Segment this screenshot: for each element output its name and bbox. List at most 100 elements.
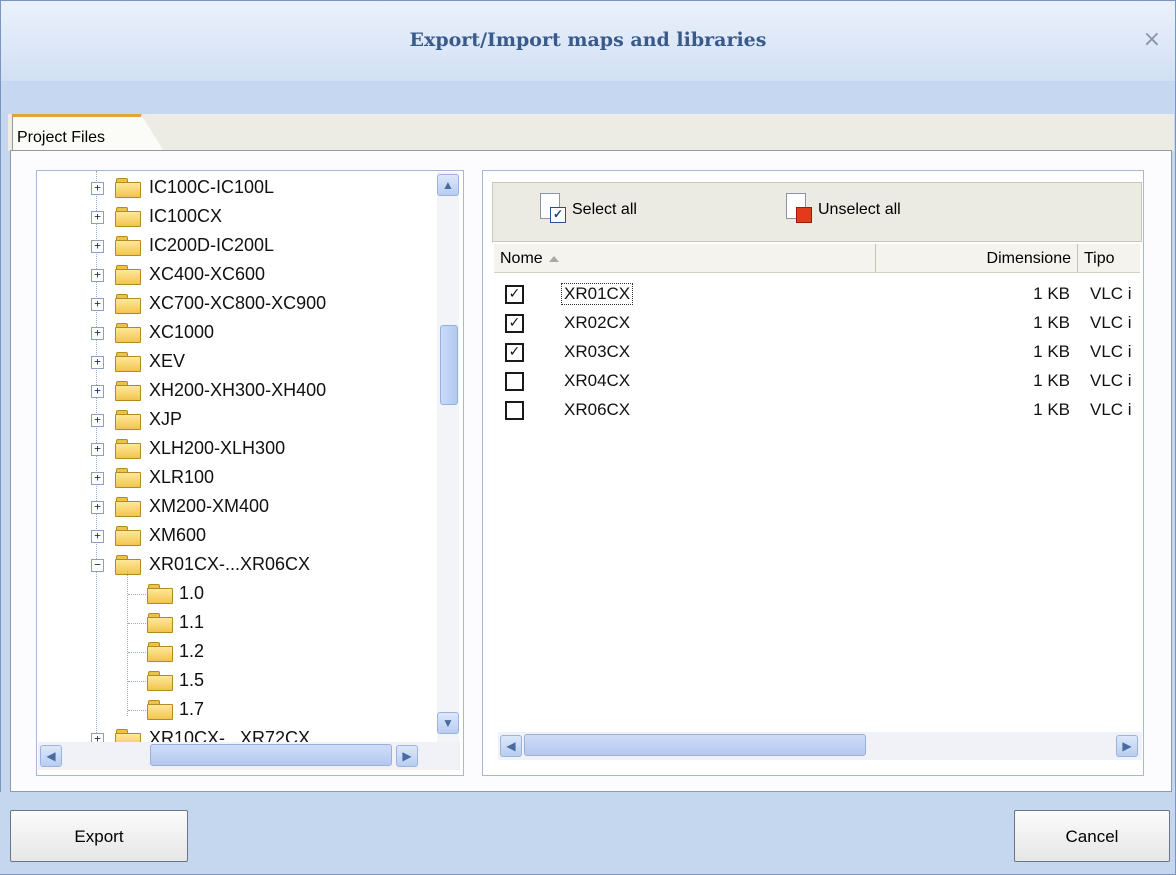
expand-toggle-icon[interactable]: +: [91, 501, 104, 514]
file-checkbox[interactable]: ✓: [505, 285, 524, 304]
tree-node-label: IC200D-IC200L: [149, 235, 275, 255]
tree-node-label: XC1000: [149, 322, 215, 342]
file-row[interactable]: ✓ XR03CX 1 KB VLC i: [494, 339, 1140, 365]
file-name: XR03CX: [564, 342, 631, 361]
expand-toggle-icon[interactable]: +: [91, 269, 104, 282]
expand-toggle-icon[interactable]: +: [91, 211, 104, 224]
select-all-icon: ✓: [540, 193, 566, 227]
file-row[interactable]: ✓ XR01CX 1 KB VLC i: [494, 281, 1140, 307]
tree-guide-line: [128, 623, 146, 624]
file-name: XR01CX: [560, 283, 634, 305]
column-size-header[interactable]: Dimensione: [876, 244, 1078, 272]
unselect-all-label: Unselect all: [818, 201, 901, 218]
expand-toggle-icon[interactable]: +: [91, 182, 104, 195]
file-checkbox[interactable]: ✓: [505, 343, 524, 362]
list-hscroll-thumb[interactable]: [524, 734, 866, 756]
tree-node-label: XLH200-XLH300: [149, 438, 286, 458]
tree-node-label: XC700-XC800-XC900: [149, 293, 327, 313]
tree-node[interactable]: 1.1: [147, 610, 347, 638]
tab-strip: [8, 114, 1174, 151]
tree-scroll-thumb[interactable]: [440, 325, 458, 405]
tree-node-label: 1.7: [179, 699, 205, 719]
column-size-label: Dimensione: [986, 250, 1071, 267]
file-size: 1 KB: [1033, 284, 1070, 303]
file-row[interactable]: XR06CX 1 KB VLC i: [494, 397, 1140, 423]
collapse-toggle-icon[interactable]: −: [91, 559, 104, 572]
select-all-button[interactable]: ✓ Select all: [540, 190, 637, 230]
tree-node[interactable]: + XEV: [91, 349, 451, 377]
tree-node-label: 1.0: [179, 583, 205, 603]
tree-node[interactable]: + XC1000: [91, 320, 451, 348]
tree-node-label: XR01CX-...XR06CX: [149, 554, 311, 574]
expand-toggle-icon[interactable]: +: [91, 327, 104, 340]
expand-toggle-icon[interactable]: +: [91, 240, 104, 253]
list-scroll-left-icon[interactable]: ◀: [500, 735, 522, 757]
unselect-all-icon: [786, 193, 812, 227]
expand-toggle-icon[interactable]: +: [91, 443, 104, 456]
tree-node[interactable]: + XC700-XC800-XC900: [91, 291, 451, 319]
column-type-header[interactable]: Tipo: [1078, 244, 1140, 272]
tree-guide-line: [128, 681, 146, 682]
expand-toggle-icon[interactable]: +: [91, 472, 104, 485]
expand-toggle-icon[interactable]: +: [91, 385, 104, 398]
tree-node-label: 1.1: [179, 612, 205, 632]
tree-guide-line: [128, 594, 146, 595]
file-type: VLC i: [1090, 284, 1132, 303]
file-size: 1 KB: [1033, 371, 1070, 390]
tab-project-files[interactable]: Project Files: [12, 114, 163, 150]
file-name: XR04CX: [564, 371, 631, 390]
file-list-header: Nome Dimensione Tipo: [494, 244, 1140, 273]
tree-node[interactable]: + XLH200-XLH300: [91, 436, 451, 464]
export-button[interactable]: Export: [10, 810, 188, 862]
close-icon[interactable]: ×: [1143, 27, 1161, 52]
tree-guide-line: [128, 652, 146, 653]
tree-node[interactable]: 1.0: [147, 581, 347, 609]
scroll-right-icon[interactable]: ▶: [396, 745, 418, 767]
file-type: VLC i: [1090, 342, 1132, 361]
tree-node[interactable]: + XM600: [91, 523, 451, 551]
tree-node-label: IC100CX: [149, 206, 223, 226]
tree-node[interactable]: − XR01CX-...XR06CX: [91, 552, 451, 580]
tree-guide-line: [128, 710, 146, 711]
tree-node[interactable]: + XC400-XC600: [91, 262, 451, 290]
expand-toggle-icon[interactable]: +: [91, 356, 104, 369]
scroll-up-icon[interactable]: ▲: [437, 174, 459, 196]
expand-toggle-icon[interactable]: +: [91, 414, 104, 427]
tree-hscroll-thumb[interactable]: [150, 744, 392, 766]
unselect-all-button[interactable]: Unselect all: [786, 190, 901, 230]
project-tree[interactable]: + IC100C-IC100L + IC100CX + IC200D-IC200L + XC4…: [36, 170, 464, 776]
tree-node[interactable]: + XLR100: [91, 465, 451, 493]
column-name-header[interactable]: Nome: [494, 244, 876, 272]
folder-icon: [115, 410, 141, 430]
expand-toggle-icon[interactable]: +: [91, 530, 104, 543]
file-row[interactable]: ✓ XR02CX 1 KB VLC i: [494, 310, 1140, 336]
tree-guide-line: [127, 571, 128, 716]
file-size: 1 KB: [1033, 400, 1070, 419]
tree-node[interactable]: + IC200D-IC200L: [91, 233, 451, 261]
tree-node[interactable]: + IC100C-IC100L: [91, 175, 451, 203]
file-checkbox[interactable]: ✓: [505, 314, 524, 333]
cancel-button[interactable]: Cancel: [1014, 810, 1170, 862]
tree-node[interactable]: + XM200-XM400: [91, 494, 451, 522]
file-checkbox[interactable]: [505, 372, 524, 391]
tree-node-label: XLR100: [149, 467, 215, 487]
tree-node[interactable]: + IC100CX: [91, 204, 451, 232]
folder-icon: [115, 439, 141, 459]
file-checkbox[interactable]: [505, 401, 524, 420]
folder-icon: [115, 207, 141, 227]
file-row[interactable]: XR04CX 1 KB VLC i: [494, 368, 1140, 394]
expand-toggle-icon[interactable]: +: [91, 298, 104, 311]
list-scroll-right-icon[interactable]: ▶: [1116, 735, 1138, 757]
tree-node[interactable]: + XH200-XH300-XH400: [91, 378, 451, 406]
scroll-left-icon[interactable]: ◀: [40, 745, 62, 767]
scroll-down-icon[interactable]: ▼: [437, 712, 459, 734]
tree-node[interactable]: + XJP: [91, 407, 451, 435]
tree-node[interactable]: 1.5: [147, 668, 347, 696]
tree-node-label: 1.5: [179, 670, 205, 690]
tree-node[interactable]: 1.7: [147, 697, 347, 725]
tree-node[interactable]: 1.2: [147, 639, 347, 667]
tree-vertical-scrollbar[interactable]: [437, 172, 459, 742]
folder-icon: [115, 323, 141, 343]
folder-icon: [115, 178, 141, 198]
file-size: 1 KB: [1033, 342, 1070, 361]
